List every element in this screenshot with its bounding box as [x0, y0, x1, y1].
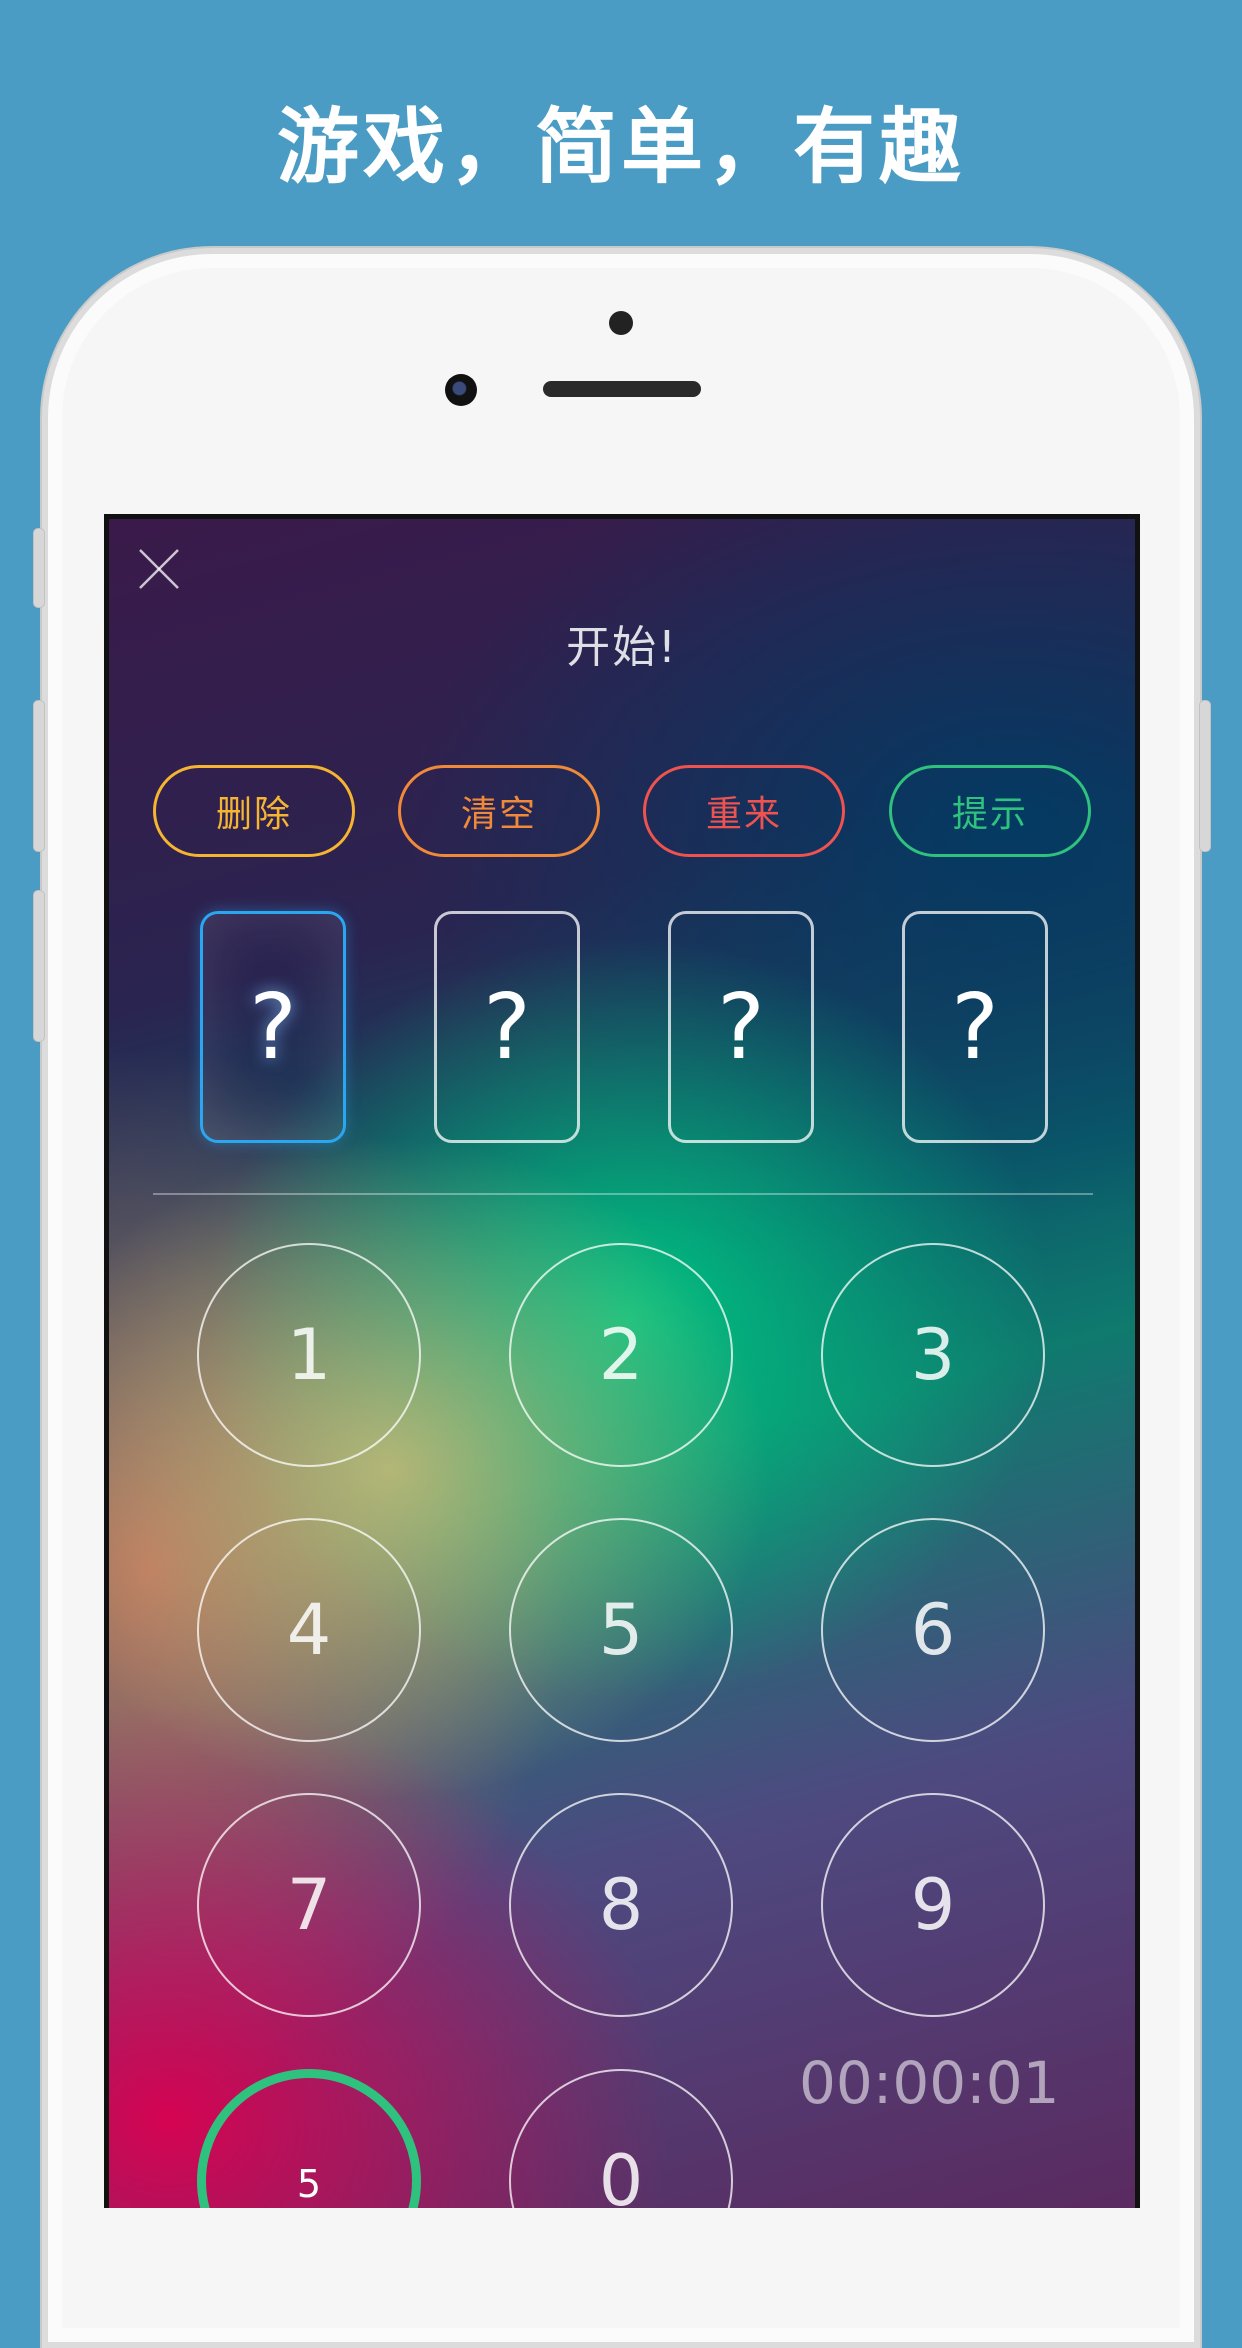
slot-value: ? — [717, 974, 765, 1080]
answer-slot-2[interactable]: ? — [434, 911, 580, 1143]
game-title: 开始! — [566, 622, 678, 673]
countdown-ring: 5 — [197, 2069, 421, 2208]
elapsed-timer: 00:00:01 — [799, 2049, 1060, 2117]
game-screen: 开始! 删除 清空 重来 提示 ? ? ? ? 1 2 3 4 5 6 7 8 … — [104, 514, 1140, 2208]
earpiece-speaker — [543, 381, 701, 397]
front-camera-icon — [445, 374, 477, 406]
answer-slot-4[interactable]: ? — [902, 911, 1048, 1143]
mute-switch — [33, 528, 45, 608]
slot-value: ? — [249, 974, 297, 1080]
promo-headline: 游戏，简单，有趣 — [276, 100, 965, 195]
countdown-value: 5 — [296, 2162, 322, 2206]
key-0[interactable]: 0 — [509, 2069, 733, 2208]
restart-button[interactable]: 重来 — [643, 765, 845, 857]
key-3[interactable]: 3 — [821, 1243, 1045, 1467]
clear-button[interactable]: 清空 — [398, 765, 600, 857]
volume-down-button — [33, 890, 45, 1042]
key-9[interactable]: 9 — [821, 1793, 1045, 2017]
answer-slot-1[interactable]: ? — [200, 911, 346, 1143]
proximity-sensor — [609, 311, 633, 335]
close-icon[interactable] — [137, 547, 181, 591]
key-1[interactable]: 1 — [197, 1243, 421, 1467]
key-5[interactable]: 5 — [509, 1518, 733, 1742]
volume-up-button — [33, 700, 45, 852]
slot-value: ? — [483, 974, 531, 1080]
hint-button[interactable]: 提示 — [889, 765, 1091, 857]
key-6[interactable]: 6 — [821, 1518, 1045, 1742]
delete-button[interactable]: 删除 — [153, 765, 355, 857]
divider — [153, 1193, 1093, 1195]
power-button — [1199, 700, 1211, 852]
key-4[interactable]: 4 — [197, 1518, 421, 1742]
key-2[interactable]: 2 — [509, 1243, 733, 1467]
answer-slot-3[interactable]: ? — [668, 911, 814, 1143]
key-7[interactable]: 7 — [197, 1793, 421, 2017]
key-8[interactable]: 8 — [509, 1793, 733, 2017]
slot-value: ? — [951, 974, 999, 1080]
